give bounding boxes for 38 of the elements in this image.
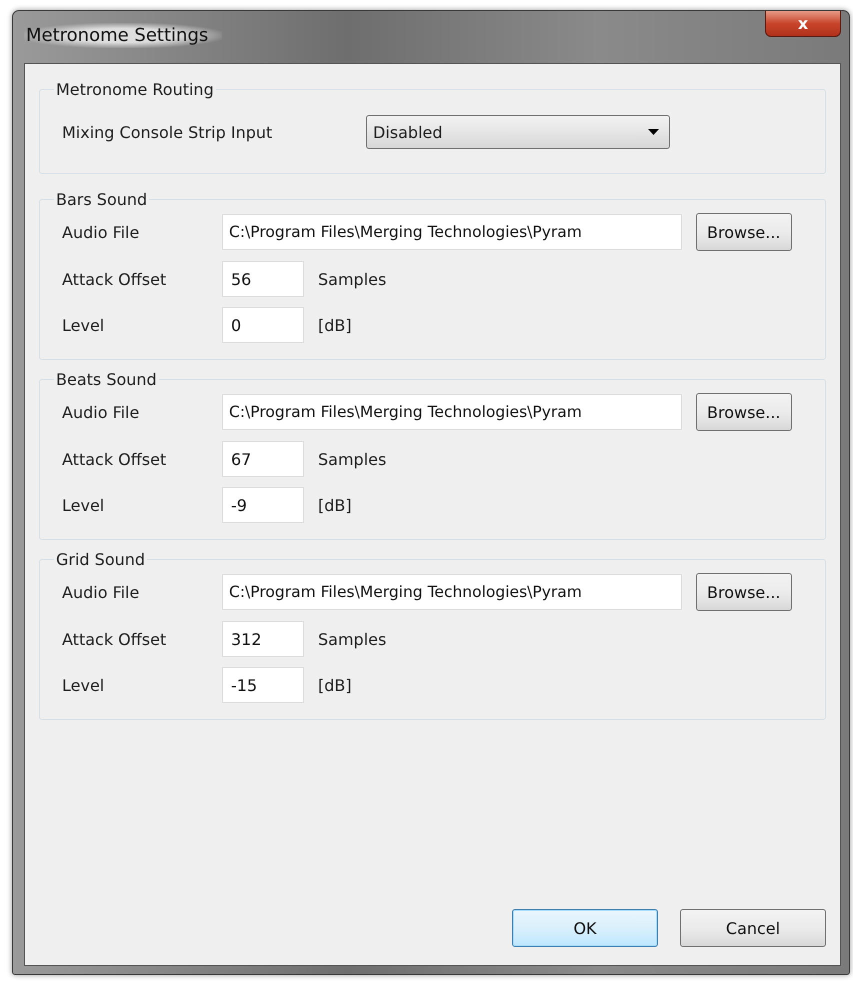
- window-title: Metronome Settings: [24, 23, 222, 48]
- unit-label: [dB]: [318, 496, 352, 514]
- input-field[interactable]: -9: [222, 487, 304, 523]
- browse-button[interactable]: Browse...: [696, 393, 792, 431]
- input-field[interactable]: C:\Program Files\Merging Technologies\Pyram: [222, 394, 682, 430]
- input-field[interactable]: 67: [222, 441, 304, 477]
- input-field[interactable]: C:\Program Files\Merging Technologies\Pyram: [222, 214, 682, 250]
- unit-label: [dB]: [318, 316, 352, 334]
- input-field[interactable]: 56: [222, 261, 304, 297]
- close-button[interactable]: x: [765, 11, 841, 37]
- field-label: Attack Offset: [62, 630, 168, 648]
- input-field[interactable]: -15: [222, 667, 304, 703]
- caret-icon: [648, 129, 659, 135]
- field-label: Level: [62, 496, 106, 514]
- field-label: Attack Offset: [62, 270, 168, 288]
- unit-label: [dB]: [318, 676, 352, 694]
- unit-label: Samples: [318, 450, 386, 468]
- group-title: Grid Sound: [55, 550, 146, 569]
- browse-button[interactable]: Browse...: [696, 573, 792, 611]
- browse-button[interactable]: Browse...: [696, 213, 792, 251]
- cancel-button[interactable]: Cancel: [680, 909, 826, 947]
- field-label: Audio File: [62, 582, 140, 602]
- group-title: Bars Sound: [55, 190, 148, 209]
- input-field[interactable]: 312: [222, 621, 304, 657]
- dropdown[interactable]: Disabled: [366, 115, 670, 149]
- field-label: Mixing Console Strip Input: [62, 122, 274, 142]
- field-label: Audio File: [62, 222, 140, 242]
- input-field[interactable]: C:\Program Files\Merging Technologies\Pyram: [222, 574, 682, 610]
- ok-button[interactable]: OK: [512, 909, 658, 947]
- input-field[interactable]: 0: [222, 307, 304, 343]
- group-title: Beats Sound: [55, 370, 158, 389]
- group-title: Metronome Routing: [55, 80, 215, 99]
- unit-label: Samples: [318, 630, 386, 648]
- field-label: Level: [62, 316, 106, 334]
- field-label: Attack Offset: [62, 450, 168, 468]
- unit-label: Samples: [318, 270, 386, 288]
- field-label: Audio File: [62, 402, 140, 422]
- field-label: Level: [62, 676, 106, 694]
